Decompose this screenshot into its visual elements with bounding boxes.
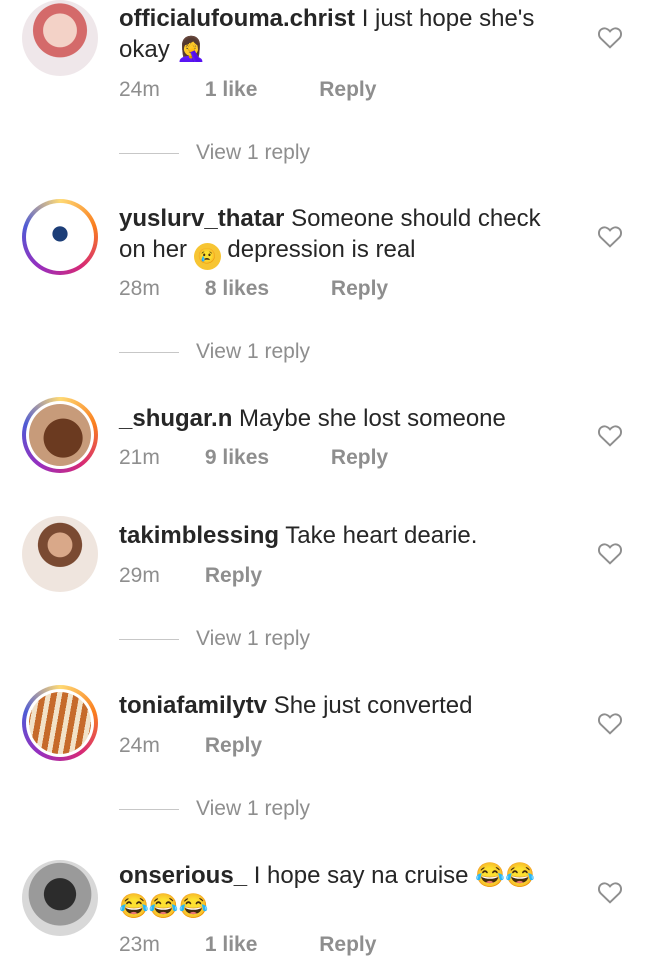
divider-line — [119, 152, 179, 154]
comment-likes[interactable]: 9 likes — [205, 446, 269, 470]
avatar[interactable] — [22, 199, 98, 275]
view-replies-button[interactable]: View 1 reply — [119, 141, 310, 165]
reply-button[interactable]: Reply — [331, 446, 388, 470]
comment-time: 28m — [119, 277, 160, 300]
comment-text: takimblessing Take heart dearie. — [119, 520, 559, 551]
comment-time: 29m — [119, 564, 160, 587]
divider-line — [119, 808, 179, 810]
comment-time: 24m — [119, 78, 160, 101]
avatar-image — [29, 206, 91, 268]
reply-button[interactable]: Reply — [319, 78, 376, 102]
comment-time: 21m — [119, 446, 160, 469]
comment-body: She just converted — [273, 692, 473, 719]
heart-outline-icon[interactable] — [597, 25, 623, 49]
comment-text: yuslurv_thatar Someone should check on h… — [119, 203, 559, 270]
comment-meta: 28m 8 likes Reply — [119, 277, 388, 301]
heart-outline-icon[interactable] — [597, 711, 623, 735]
reply-button[interactable]: Reply — [331, 277, 388, 301]
avatar-image — [29, 692, 91, 754]
comment-username[interactable]: yuslurv_thatar — [119, 205, 284, 232]
comment-username[interactable]: toniafamilytv — [119, 692, 267, 719]
avatar[interactable] — [22, 0, 98, 76]
comment-text: toniafamilytv She just converted — [119, 690, 559, 721]
divider-line — [119, 638, 179, 640]
view-replies-button[interactable]: View 1 reply — [119, 340, 310, 364]
comment-body: Maybe she lost someone — [239, 405, 506, 432]
heart-outline-icon[interactable] — [597, 423, 623, 447]
avatar-image — [22, 860, 98, 936]
comment-username[interactable]: officialufouma.christ — [119, 5, 355, 32]
comment-likes[interactable]: 1 like — [205, 933, 258, 957]
view-replies-label: View 1 reply — [196, 340, 311, 363]
comment-time: 24m — [119, 734, 160, 757]
comment-username[interactable]: takimblessing — [119, 522, 279, 549]
comment-meta: 24m Reply — [119, 734, 262, 758]
avatar-image — [29, 404, 91, 466]
comment-meta: 23m 1 like Reply — [119, 933, 376, 957]
comment-username[interactable]: _shugar.n — [119, 405, 232, 432]
comment-meta: 21m 9 likes Reply — [119, 446, 388, 470]
comment-body: I hope say na cruise — [253, 862, 469, 889]
reply-button[interactable]: Reply — [205, 734, 262, 758]
comment-body-continued: depression is real — [227, 236, 416, 263]
comment-username[interactable]: onserious_ — [119, 862, 247, 889]
comment-time: 23m — [119, 933, 160, 956]
crying-face-emoji-icon: 😢 — [193, 243, 221, 270]
comment-likes[interactable]: 1 like — [205, 78, 258, 102]
avatar[interactable] — [22, 860, 98, 936]
comment-likes[interactable]: 8 likes — [205, 277, 269, 301]
comment-meta: 29m Reply — [119, 564, 262, 588]
avatar[interactable] — [22, 397, 98, 473]
avatar-image — [22, 0, 98, 76]
view-replies-button[interactable]: View 1 reply — [119, 627, 310, 651]
reply-button[interactable]: Reply — [205, 564, 262, 588]
heart-outline-icon[interactable] — [597, 880, 623, 904]
comment-text: _shugar.n Maybe she lost someone — [119, 403, 559, 434]
divider-line — [119, 351, 179, 353]
view-replies-label: View 1 reply — [196, 797, 311, 820]
avatar[interactable] — [22, 516, 98, 592]
view-replies-label: View 1 reply — [196, 627, 311, 650]
view-replies-button[interactable]: View 1 reply — [119, 797, 310, 821]
comment-body: Take heart dearie. — [285, 522, 478, 549]
reply-button[interactable]: Reply — [319, 933, 376, 957]
comment-text: onserious_ I hope say na cruise 😂😂😂😂😂 — [119, 860, 559, 922]
avatar[interactable] — [22, 685, 98, 761]
heart-outline-icon[interactable] — [597, 541, 623, 565]
comment-text: officialufouma.christ I just hope she's … — [119, 3, 559, 65]
view-replies-label: View 1 reply — [196, 141, 311, 164]
avatar-image — [22, 516, 98, 592]
facepalm-emoji-icon: 🤦‍♀️ — [176, 36, 207, 63]
comment-meta: 24m 1 like Reply — [119, 78, 376, 102]
heart-outline-icon[interactable] — [597, 224, 623, 248]
